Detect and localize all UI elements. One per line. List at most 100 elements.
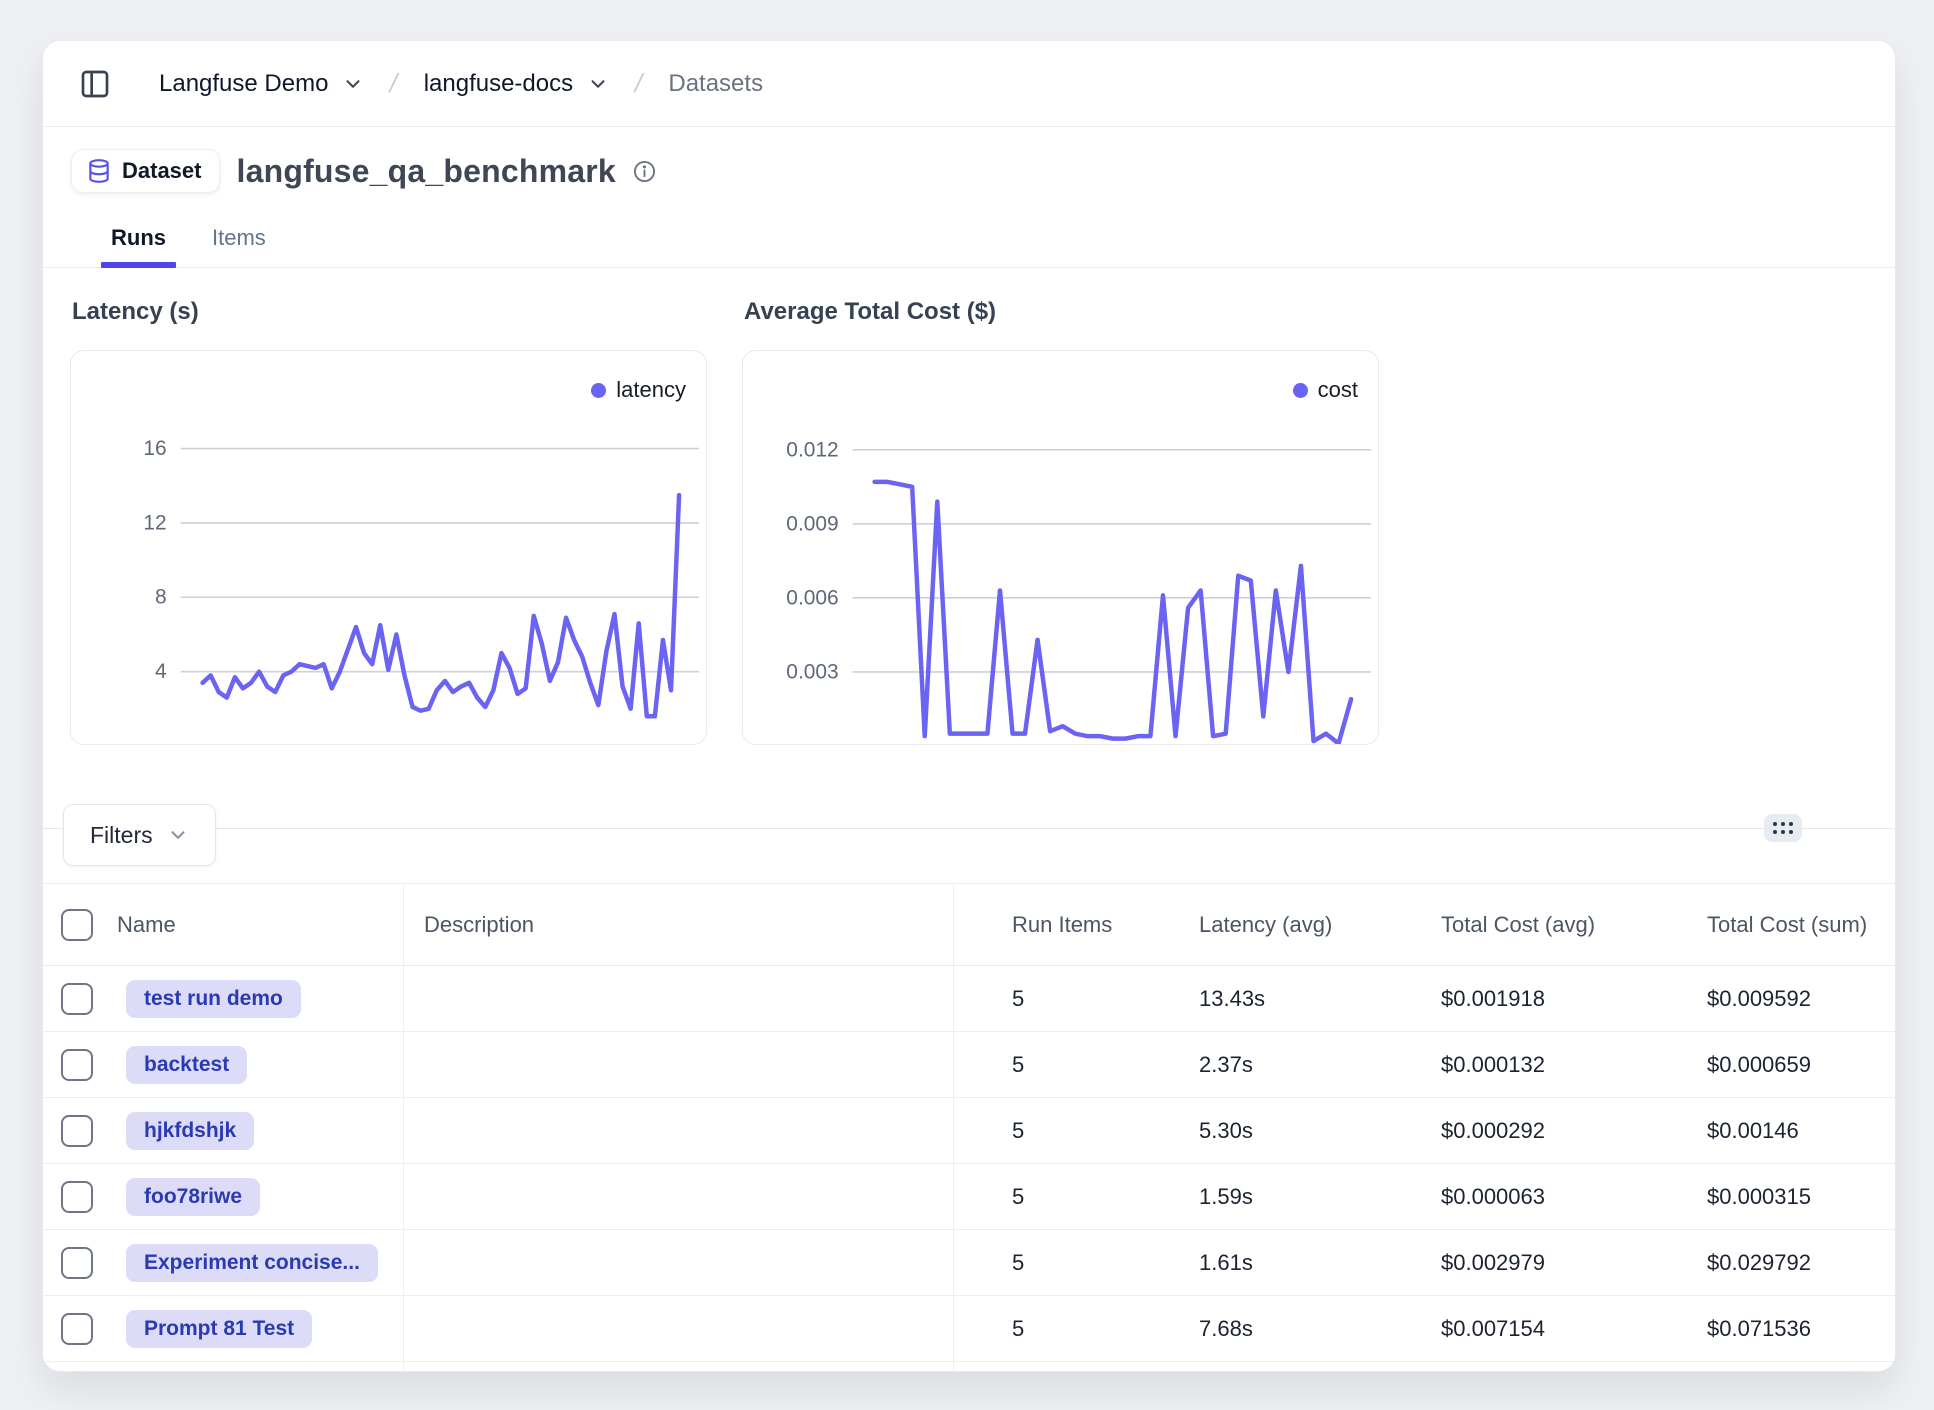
y-axis-tick-label: 4 bbox=[155, 660, 167, 683]
run-name-badge[interactable]: backtest bbox=[126, 1046, 247, 1084]
latency-line-plot: 16 12 8 4 bbox=[71, 351, 706, 744]
panel-left-icon bbox=[79, 67, 111, 101]
run-name-badge[interactable]: hjkfdshjk bbox=[126, 1112, 254, 1150]
cost-chart-card: cost 0.012 0.009 0.006 0.003 bbox=[742, 350, 1379, 745]
y-axis-tick-label: 12 bbox=[143, 511, 166, 534]
select-all-checkbox[interactable] bbox=[61, 909, 93, 941]
page-title: langfuse_qa_benchmark bbox=[236, 153, 615, 190]
row-checkbox[interactable] bbox=[61, 1181, 93, 1213]
resize-handle[interactable] bbox=[1764, 814, 1802, 842]
run-name-badge[interactable]: foo78riwe bbox=[126, 1178, 260, 1216]
y-axis-tick-label: 0.006 bbox=[786, 586, 838, 609]
dataset-type-badge: Dataset bbox=[71, 149, 220, 193]
charts-section: Latency (s) latency 161284 Average Total… bbox=[43, 268, 1895, 745]
tab-items[interactable]: Items bbox=[202, 215, 276, 267]
column-header-total-cost-avg: Total Cost (avg) bbox=[1441, 912, 1595, 938]
table-row[interactable]: foo78riwe 5 1.59s $0.000063 $0.000315 bbox=[43, 1164, 1895, 1230]
latency-avg-value: 5.30s bbox=[1199, 1118, 1253, 1144]
description-cell bbox=[404, 1296, 954, 1361]
run-items-value: 5 bbox=[1012, 1052, 1024, 1078]
legend-label: cost bbox=[1318, 377, 1358, 403]
total-cost-sum-value: $0.000659 bbox=[1707, 1052, 1811, 1078]
table-row-partial[interactable] bbox=[43, 1362, 1895, 1372]
table-row[interactable]: hjkfdshjk 5 5.30s $0.000292 $0.00146 bbox=[43, 1098, 1895, 1164]
legend-dot-icon bbox=[1293, 383, 1308, 398]
cost-series-line bbox=[875, 482, 1351, 744]
filters-row: Filters bbox=[63, 804, 216, 866]
dataset-type-label: Dataset bbox=[122, 158, 201, 184]
latency-chart-card: latency 161284 bbox=[70, 350, 707, 745]
total-cost-avg-value: $0.000063 bbox=[1441, 1184, 1545, 1210]
description-cell bbox=[404, 1032, 954, 1097]
table-header-row: Name Description Run Items Latency (avg)… bbox=[43, 884, 1895, 966]
tab-runs[interactable]: Runs bbox=[101, 215, 176, 267]
latency-avg-value: 1.59s bbox=[1199, 1184, 1253, 1210]
tab-bar: Runs Items bbox=[43, 215, 1895, 268]
legend-dot-icon bbox=[591, 383, 606, 398]
column-header-latency-avg: Latency (avg) bbox=[1199, 912, 1332, 938]
main-window: Langfuse Demo / langfuse-docs / Datasets… bbox=[42, 40, 1896, 1372]
description-cell bbox=[404, 1164, 954, 1229]
total-cost-avg-value: $0.000132 bbox=[1441, 1052, 1545, 1078]
chevron-down-icon[interactable] bbox=[342, 73, 364, 95]
filters-button[interactable]: Filters bbox=[63, 804, 216, 866]
table-row[interactable]: test run demo513.43s$0.001918$0.009592 bbox=[43, 966, 1895, 1032]
description-cell bbox=[404, 966, 954, 1031]
run-name-badge[interactable]: test run demo bbox=[126, 980, 301, 1018]
run-items-value: 5 bbox=[1012, 1118, 1024, 1144]
total-cost-sum-value: $0.00146 bbox=[1707, 1118, 1799, 1144]
run-items-value: 5 bbox=[1012, 1184, 1024, 1210]
chart-title-cost: Average Total Cost ($) bbox=[744, 298, 1379, 326]
latency-avg-value: 13.43s bbox=[1199, 986, 1265, 1012]
latency-series-line bbox=[203, 495, 679, 716]
section-divider bbox=[43, 828, 1895, 829]
column-header-description: Description bbox=[424, 912, 534, 938]
description-cell bbox=[404, 1230, 954, 1295]
total-cost-sum-value: $0.071536 bbox=[1707, 1316, 1811, 1342]
row-checkbox[interactable] bbox=[61, 1247, 93, 1279]
total-cost-avg-value: $0.002979 bbox=[1441, 1250, 1545, 1276]
latency-avg-value: 1.61s bbox=[1199, 1250, 1253, 1276]
y-axis-tick-label: 16 bbox=[143, 437, 166, 460]
column-header-total-cost-sum: Total Cost (sum) bbox=[1707, 912, 1867, 938]
description-cell bbox=[404, 1098, 954, 1163]
y-axis-tick-label: 0.012 bbox=[786, 438, 838, 461]
info-icon[interactable] bbox=[632, 159, 657, 184]
column-header-name: Name bbox=[117, 912, 176, 938]
y-axis-tick-label: 0.009 bbox=[786, 512, 838, 535]
database-icon bbox=[86, 158, 112, 184]
grip-dots-icon bbox=[1773, 822, 1793, 834]
table-row[interactable]: Prompt 81 Test57.68s$0.007154$0.071536 bbox=[43, 1296, 1895, 1362]
dataset-header: Dataset langfuse_qa_benchmark bbox=[43, 127, 1895, 193]
sidebar-toggle-button[interactable] bbox=[73, 62, 117, 106]
run-name-badge[interactable]: Experiment concise... bbox=[126, 1244, 378, 1282]
run-name-badge[interactable]: Prompt 81 Test bbox=[126, 1310, 312, 1348]
row-checkbox[interactable] bbox=[61, 1115, 93, 1147]
y-axis-tick-label: 0.003 bbox=[786, 660, 838, 683]
total-cost-sum-value: $0.029792 bbox=[1707, 1250, 1811, 1276]
breadcrumb-separator: / bbox=[387, 68, 401, 99]
cost-chart-block: Average Total Cost ($) cost 0.0120.0090.… bbox=[742, 298, 1379, 745]
breadcrumb-project[interactable]: langfuse-docs bbox=[424, 70, 573, 98]
cost-line-plot: 0.012 0.009 0.006 0.003 bbox=[743, 351, 1378, 744]
breadcrumb-page[interactable]: Datasets bbox=[668, 70, 763, 98]
breadcrumb-org[interactable]: Langfuse Demo bbox=[159, 70, 328, 98]
total-cost-sum-value: $0.000315 bbox=[1707, 1184, 1811, 1210]
total-cost-sum-value: $0.009592 bbox=[1707, 986, 1811, 1012]
row-checkbox[interactable] bbox=[61, 1049, 93, 1081]
table-row[interactable]: Experiment concise... 5 1.61s $0.002979 $0.0… bbox=[43, 1230, 1895, 1296]
y-axis-tick-label: 8 bbox=[155, 586, 167, 609]
run-items-value: 5 bbox=[1012, 1316, 1024, 1342]
total-cost-avg-value: $0.000292 bbox=[1441, 1118, 1545, 1144]
row-checkbox[interactable] bbox=[61, 983, 93, 1015]
row-checkbox[interactable] bbox=[61, 1313, 93, 1345]
column-header-run-items: Run Items bbox=[1012, 912, 1112, 938]
table-body: test run demo513.43s$0.001918$0.009592ba… bbox=[43, 966, 1895, 1372]
run-items-value: 5 bbox=[1012, 1250, 1024, 1276]
run-items-value: 5 bbox=[1012, 986, 1024, 1012]
latency-avg-value: 2.37s bbox=[1199, 1052, 1253, 1078]
total-cost-avg-value: $0.007154 bbox=[1441, 1316, 1545, 1342]
chevron-down-icon[interactable] bbox=[587, 73, 609, 95]
table-row[interactable]: backtest 5 2.37s $0.000132 $0.000659 bbox=[43, 1032, 1895, 1098]
breadcrumb-separator: / bbox=[632, 68, 646, 99]
